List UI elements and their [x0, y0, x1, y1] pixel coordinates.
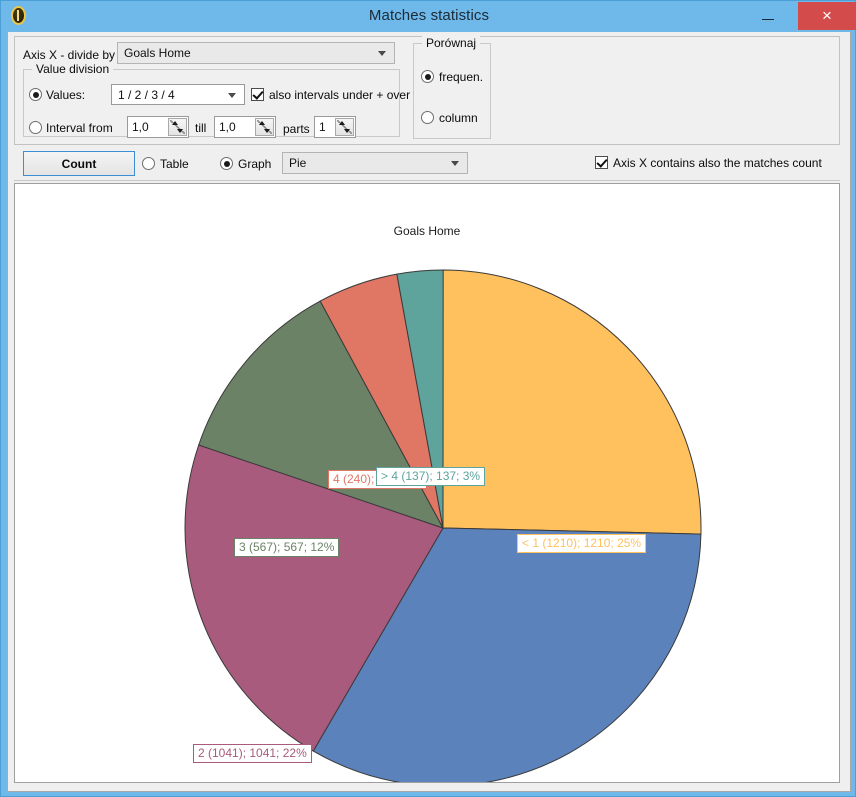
compare-column-label: column: [439, 111, 478, 125]
compare-frequency-label: frequen.: [439, 70, 484, 84]
pie-slice[interactable]: [442, 269, 702, 535]
compare-group-title: Porównaj: [422, 36, 481, 50]
table-radio-label: Table: [160, 157, 189, 171]
close-button[interactable]: ×: [798, 2, 856, 30]
app-root: Matches statistics × Axis X - divide by …: [0, 0, 856, 797]
chart-canvas: Goals Home < 1 (1210); 1210; 25%1 (1574)…: [14, 183, 840, 783]
till-value: 1,0: [219, 120, 236, 134]
graph-radio[interactable]: [220, 157, 233, 170]
pie-slice-label: 2 (1041); 1041; 22%: [193, 744, 312, 763]
till-spinner[interactable]: 1,0: [214, 116, 276, 138]
parts-value: 1: [319, 120, 326, 134]
app-medal-icon: [9, 6, 29, 26]
minimize-icon: [762, 19, 774, 20]
view-toolbar: Count Table Graph Pie Axis X contains al…: [14, 149, 840, 181]
till-spin-buttons[interactable]: [255, 118, 274, 136]
parts-spin-buttons[interactable]: [335, 118, 354, 136]
also-intervals-checkbox[interactable]: [251, 88, 264, 101]
compare-column-radio[interactable]: [421, 111, 434, 124]
client-area: Axis X - divide by Goals Home Value divi…: [7, 32, 851, 792]
values-radio-label: Values:: [46, 88, 86, 102]
values-combo-value: 1 / 2 / 3 / 4: [118, 87, 175, 102]
count-button[interactable]: Count: [23, 151, 135, 176]
table-radio[interactable]: [142, 157, 155, 170]
parts-spinner[interactable]: 1: [314, 116, 356, 138]
chevron-down-icon: [378, 51, 386, 56]
settings-panel: Axis X - divide by Goals Home Value divi…: [14, 36, 840, 145]
graph-type-value: Pie: [289, 156, 307, 170]
interval-from-value: 1,0: [132, 120, 149, 134]
window-frame: Matches statistics × Axis X - divide by …: [0, 0, 856, 797]
graph-type-combo[interactable]: Pie: [282, 152, 468, 174]
values-radio[interactable]: [29, 88, 42, 101]
axis-x-combo[interactable]: Goals Home: [117, 42, 395, 64]
pie-slice-label: < 1 (1210); 1210; 25%: [517, 534, 647, 553]
values-combo[interactable]: 1 / 2 / 3 / 4: [111, 84, 245, 105]
window-title: Matches statistics: [368, 7, 490, 24]
also-intervals-label: also intervals under + over: [269, 88, 411, 102]
toolbar-divider: [14, 180, 840, 181]
interval-radio[interactable]: [29, 121, 42, 134]
axis-x-label: Axis X - divide by: [23, 48, 116, 62]
axis-x-combo-value: Goals Home: [124, 46, 191, 60]
till-label: till: [195, 121, 207, 135]
interval-from-spin-buttons[interactable]: [168, 118, 187, 136]
interval-from-label: Interval from: [46, 121, 113, 135]
pie-slice-label: 3 (567); 567; 12%: [234, 538, 340, 557]
pie-slice-label: > 4 (137); 137; 3%: [376, 467, 486, 486]
value-division-title: Value division: [32, 62, 114, 76]
close-icon: ×: [822, 6, 832, 25]
chevron-down-icon: [228, 92, 236, 98]
minimize-button[interactable]: [745, 2, 791, 30]
window-titlebar[interactable]: Matches statistics ×: [1, 1, 856, 32]
compare-frequency-radio[interactable]: [421, 70, 434, 83]
parts-label: parts: [283, 122, 310, 136]
interval-from-spinner[interactable]: 1,0: [127, 116, 189, 138]
axis-matches-count-label: Axis X contains also the matches count: [613, 156, 822, 170]
axis-matches-count-checkbox[interactable]: [595, 156, 608, 169]
graph-radio-label: Graph: [238, 157, 272, 171]
chevron-down-icon: [451, 161, 459, 166]
